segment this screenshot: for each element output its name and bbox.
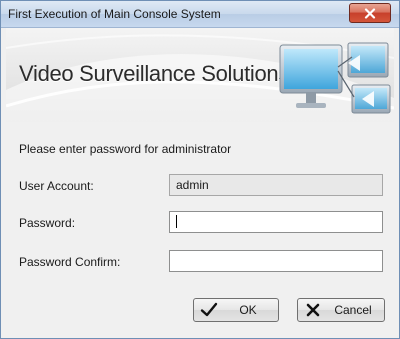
title-bar[interactable]: First Execution of Main Console System — [1, 1, 399, 28]
ok-button-label: OK — [239, 303, 257, 317]
text-caret — [176, 215, 177, 228]
x-icon — [304, 301, 322, 319]
password-field-wrapper[interactable] — [169, 211, 383, 233]
close-button[interactable] — [349, 3, 391, 23]
close-icon — [364, 7, 376, 19]
monitor-network-icon — [279, 42, 391, 114]
cancel-button[interactable]: Cancel — [297, 298, 385, 322]
ok-button[interactable]: OK — [193, 298, 279, 322]
form-area: Please enter password for administrator … — [6, 122, 394, 338]
cancel-button-label: Cancel — [334, 303, 372, 317]
banner-title: Video Surveillance Solutions — [19, 61, 290, 86]
password-label: Password: — [19, 216, 76, 230]
password-field[interactable] — [169, 211, 383, 233]
password-confirm-field[interactable] — [169, 250, 383, 272]
user-account-field — [169, 174, 383, 196]
checkmark-icon — [200, 301, 218, 319]
window-title: First Execution of Main Console System — [8, 7, 221, 21]
password-confirm-label: Password Confirm: — [19, 255, 121, 269]
dialog-window: First Execution of Main Console System V… — [0, 0, 400, 339]
header-banner: Video Surveillance Solutions — [6, 28, 394, 122]
user-account-label: User Account: — [19, 179, 94, 193]
password-prompt: Please enter password for administrator — [19, 142, 232, 156]
